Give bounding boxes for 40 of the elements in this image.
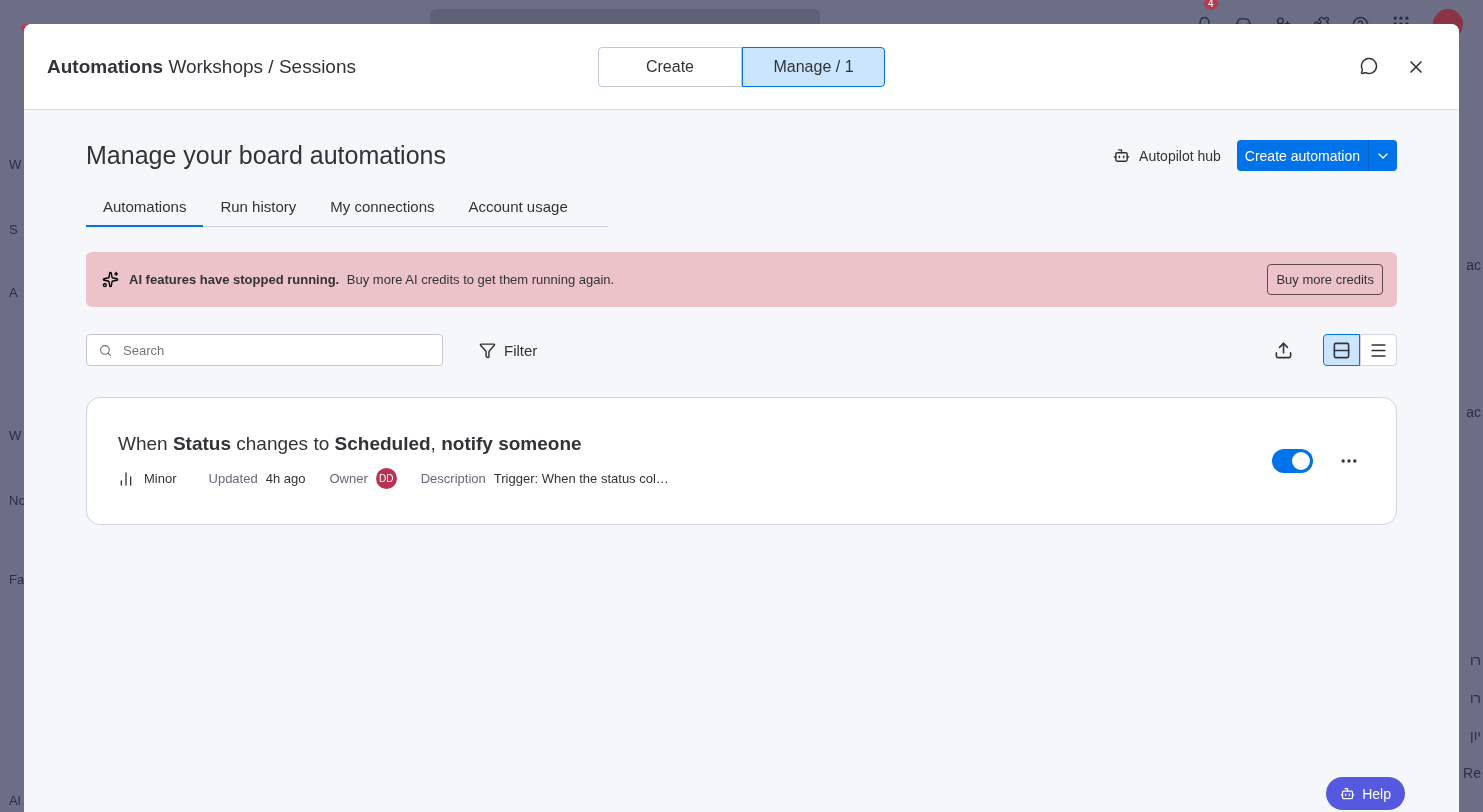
table-cell: ac — [1466, 404, 1481, 420]
tab[interactable]: Run history — [203, 189, 314, 227]
owner-avatar: DD — [375, 468, 397, 489]
rows-icon — [1332, 340, 1351, 360]
help-button[interactable]: Help — [1326, 777, 1405, 810]
autopilot-hub-link[interactable]: Autopilot hub — [1113, 147, 1221, 164]
updated-label: Updated — [208, 471, 258, 486]
toggle-switch[interactable] — [1272, 449, 1313, 473]
mode-tab[interactable]: Create — [598, 46, 742, 87]
feedback-icon[interactable] — [1360, 56, 1378, 75]
buy-credits-button[interactable]: Buy more credits — [1267, 264, 1383, 295]
filter-button[interactable]: Filter — [473, 340, 544, 360]
owner-label: Owner — [329, 471, 368, 486]
robot-icon — [1340, 786, 1356, 801]
automation-title: When Status changes to Scheduled, notify someone — [118, 433, 583, 455]
description-label: Description — [420, 471, 486, 486]
robot-icon — [1113, 147, 1131, 164]
priority-text: Minor — [144, 471, 177, 486]
table-cell: Re — [1463, 765, 1481, 781]
table-cell: ac — [1466, 257, 1481, 273]
tab[interactable]: Account usage — [451, 189, 585, 227]
table-cell: יון — [1470, 727, 1481, 743]
table-cell: רו — [1469, 690, 1481, 706]
automation-card[interactable]: When Status changes to Scheduled, notify someone Minor Updated 4h ago Owner DD Description Trigger: When the status col… — [86, 397, 1397, 525]
priority-icon — [118, 470, 134, 487]
tab[interactable]: Automations — [86, 189, 204, 227]
tab[interactable]: My connections — [313, 189, 452, 227]
sparkle-icon — [102, 271, 119, 288]
page-heading: Manage your board automations — [86, 141, 446, 170]
mode-tab[interactable]: Manage / 1 — [742, 46, 885, 87]
description-text: Trigger: When the status col… — [493, 471, 669, 486]
notification-badge: 4 — [1204, 0, 1218, 10]
table-cell: רו — [1469, 652, 1481, 668]
card-view-button[interactable] — [1323, 334, 1360, 366]
search-field[interactable]: Search — [86, 334, 443, 366]
dialog-title: Automations Workshops / Sessions — [47, 55, 357, 78]
updated-time: 4h ago — [265, 471, 306, 486]
filter-icon — [479, 341, 496, 359]
alert-text: AI features have stopped running. Buy more AI credits to get them running again. — [129, 272, 615, 287]
list-view-button[interactable] — [1360, 334, 1397, 366]
